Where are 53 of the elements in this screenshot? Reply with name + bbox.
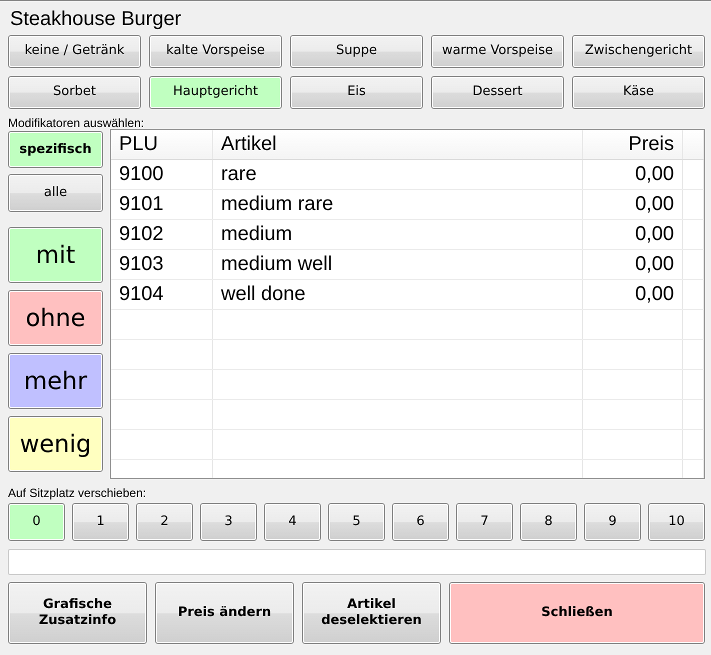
seat-button[interactable]: 3 [200, 503, 257, 541]
seat-button[interactable]: 9 [584, 503, 641, 541]
modifier-button[interactable]: wenig [8, 416, 103, 472]
seat-button[interactable]: 2 [136, 503, 193, 541]
action-button[interactable]: Schließen [449, 582, 705, 644]
table-cell: 0,00 [583, 220, 683, 249]
column-header: PLU [111, 130, 213, 159]
section-label: Auf Sitzplatz verschieben: [8, 485, 148, 501]
column-header: Artikel [213, 130, 583, 159]
table-cell: well done [213, 280, 583, 309]
course-button[interactable]: Käse [572, 76, 705, 109]
filter-button[interactable]: spezifisch [8, 131, 103, 168]
course-button[interactable]: warme Vorspeise [431, 35, 564, 68]
course-button[interactable]: Hauptgericht [149, 76, 282, 109]
seat-button[interactable]: 5 [328, 503, 385, 541]
action-button[interactable]: Grafische Zusatzinfo [8, 582, 147, 644]
table-cell: 9103 [111, 250, 213, 279]
table-cell: 9101 [111, 190, 213, 219]
input-field[interactable] [8, 549, 706, 575]
table-cell: medium well [213, 250, 583, 279]
modifier-button[interactable]: ohne [8, 290, 103, 346]
course-button[interactable]: Suppe [290, 35, 423, 68]
course-button[interactable]: Zwischengericht [572, 35, 705, 68]
course-button[interactable]: keine / Getränk [8, 35, 141, 68]
modifier-button[interactable]: mit [8, 227, 103, 284]
table-cell: rare [213, 160, 583, 189]
seat-button[interactable]: 8 [520, 503, 577, 541]
filter-button[interactable]: alle [8, 174, 103, 212]
table-cell: 9100 [111, 160, 213, 189]
table-cell: 0,00 [583, 160, 683, 189]
seat-button[interactable]: 4 [264, 503, 321, 541]
course-button[interactable]: Dessert [431, 76, 564, 109]
seat-button[interactable]: 0 [8, 503, 65, 541]
table-cell: 0,00 [583, 190, 683, 219]
section-label: Modifikatoren auswählen: [8, 115, 146, 131]
seat-button[interactable]: 7 [456, 503, 513, 541]
seat-button[interactable]: 1 [72, 503, 129, 541]
table-cell: medium [213, 220, 583, 249]
course-button[interactable]: Eis [290, 76, 423, 109]
seat-button[interactable]: 6 [392, 503, 449, 541]
table-cell: 0,00 [583, 250, 683, 279]
table-cell: 9104 [111, 280, 213, 309]
column-header: Preis [583, 130, 683, 159]
modifier-button[interactable]: mehr [8, 353, 103, 410]
action-button[interactable]: Preis ändern [155, 582, 294, 644]
seat-button[interactable]: 10 [648, 503, 705, 541]
course-button[interactable]: Sorbet [8, 76, 141, 109]
action-button[interactable]: Artikel deselektieren [302, 582, 441, 644]
course-button[interactable]: kalte Vorspeise [149, 35, 282, 68]
table-cell: 0,00 [583, 280, 683, 309]
table-cell: medium rare [213, 190, 583, 219]
window-title: Steakhouse Burger [9, 7, 182, 32]
table-cell: 9102 [111, 220, 213, 249]
